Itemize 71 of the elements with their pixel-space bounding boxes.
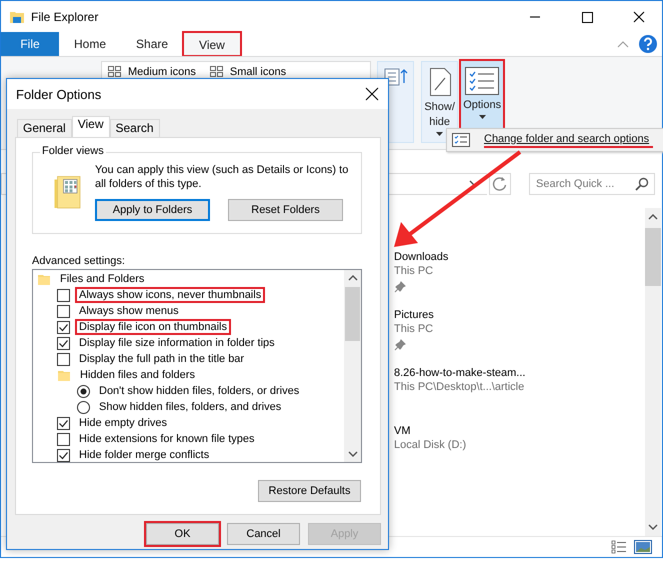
search-field[interactable]: Search Quick ...	[529, 173, 655, 195]
checkbox[interactable]	[57, 336, 70, 350]
folder-location: Local Disk (D:)	[394, 439, 468, 451]
scroll-up-icon[interactable]	[348, 275, 358, 281]
layout-option[interactable]: Medium icons	[128, 66, 196, 78]
setting-option[interactable]: Display the full path in the title bar	[75, 351, 248, 367]
group-title: Folder views	[40, 145, 106, 157]
scroll-down-icon[interactable]	[648, 524, 658, 530]
setting-option[interactable]: Hide folder merge conflicts	[75, 447, 214, 463]
options-icon	[452, 133, 470, 147]
dialog-tab[interactable]: General	[17, 119, 72, 137]
setting-option[interactable]: Don't show hidden files, folders, or drives	[95, 383, 304, 399]
close-icon[interactable]	[365, 87, 379, 101]
scrollbar[interactable]	[344, 270, 361, 462]
show-hide-button[interactable]: Show/ hide	[421, 61, 458, 143]
help-icon[interactable]	[638, 34, 658, 54]
ribbon-tab[interactable]: Home	[59, 32, 122, 56]
setting-option[interactable]: Always show icons, never thumbnails	[75, 287, 266, 303]
scrollbar[interactable]	[645, 208, 661, 536]
details-view-icon[interactable]	[611, 540, 627, 554]
folder-location: This PC\Desktop\t...\article	[394, 381, 526, 393]
radio-button[interactable]	[77, 384, 90, 398]
scroll-up-icon[interactable]	[648, 214, 658, 220]
dialog-button[interactable]: Apply to Folders	[95, 199, 210, 221]
checkbox[interactable]	[57, 416, 70, 430]
section-label: Advanced settings:	[32, 255, 126, 267]
thumbnail-view-icon[interactable]	[634, 540, 652, 554]
setting-option[interactable]: Display file icon on thumbnails	[75, 319, 231, 335]
checkbox[interactable]	[57, 304, 70, 318]
description-text: You can apply this view (such as Details or Icons) to all folders of this type.	[95, 163, 350, 191]
icons-layout-icon	[108, 66, 122, 78]
ribbon-tab[interactable]: File	[1, 32, 59, 56]
dialog-tab[interactable]: View	[72, 116, 110, 137]
folder-location: This PC	[394, 323, 434, 335]
folder-icon	[37, 272, 51, 286]
ribbon-tab[interactable]: Share	[121, 32, 184, 56]
checkbox[interactable]	[57, 352, 70, 366]
folder-name[interactable]: VM	[394, 425, 645, 437]
checkbox[interactable]	[57, 288, 70, 302]
scroll-down-icon[interactable]	[348, 451, 358, 457]
layout-option[interactable]: Small icons	[230, 66, 286, 78]
dialog-title: Folder Options	[16, 86, 102, 102]
checklist-icon	[464, 66, 500, 96]
icons-layout-icon	[210, 66, 224, 78]
window-title: File Explorer	[31, 10, 98, 24]
folder-location: This PC	[394, 265, 434, 277]
refresh-icon[interactable]	[489, 173, 511, 195]
dialog-button[interactable]: Reset Folders	[228, 199, 343, 221]
folder-name[interactable]: Pictures	[394, 309, 645, 321]
dialog-tab[interactable]: Search	[110, 119, 160, 137]
folder-icon	[57, 368, 71, 382]
menu-item[interactable]: Change folder and search options	[484, 132, 654, 148]
setting-group: Hidden files and folders	[76, 367, 199, 383]
setting-option[interactable]: Display file size information in folder tips	[75, 335, 279, 351]
restore-defaults-button[interactable]: Restore Defaults	[258, 480, 361, 502]
ribbon-tab[interactable]: View	[183, 32, 241, 56]
setting-option[interactable]: Always show menus	[75, 303, 183, 319]
folder-name[interactable]: Downloads	[394, 251, 645, 263]
checkbox[interactable]	[57, 432, 70, 446]
radio-button[interactable]	[77, 400, 90, 414]
dialog-button[interactable]: OK	[146, 523, 219, 545]
setting-option[interactable]: Hide empty drives	[75, 415, 172, 431]
setting-group: Files and Folders	[56, 271, 148, 287]
scroll-thumb[interactable]	[345, 287, 360, 341]
scroll-thumb[interactable]	[645, 228, 661, 286]
folder-name[interactable]: 8.26-how-to-make-steam...	[394, 367, 645, 379]
setting-option[interactable]: Show hidden files, folders, and drives	[95, 399, 286, 415]
setting-option[interactable]: Hide extensions for known file types	[75, 431, 258, 447]
checkbox[interactable]	[57, 320, 70, 334]
checkbox[interactable]	[57, 448, 70, 462]
dialog-button[interactable]: Cancel	[227, 523, 300, 545]
